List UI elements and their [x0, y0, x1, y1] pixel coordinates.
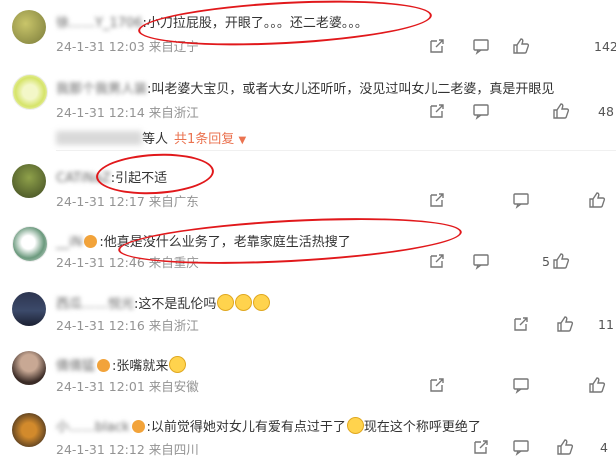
like-icon[interactable] — [556, 315, 574, 333]
like-count: 48 — [598, 104, 614, 119]
vip-badge-icon — [131, 420, 145, 433]
username[interactable]: 小……black — [56, 420, 130, 435]
vip-badge-icon — [97, 359, 111, 372]
timestamp: 24-1-31 12:16 — [56, 318, 145, 333]
like-count: 4 — [600, 440, 608, 455]
avatar[interactable] — [12, 413, 46, 447]
location: 来自辽宁 — [148, 39, 199, 54]
share-icon[interactable] — [428, 37, 446, 55]
reply-summary: 等人 共1条回复 ▼ — [56, 128, 246, 147]
action-bar — [376, 376, 616, 396]
timestamp: 24-1-31 12:46 — [56, 255, 145, 270]
comment-icon[interactable] — [472, 102, 490, 120]
avatar[interactable] — [12, 226, 48, 262]
like-icon[interactable] — [552, 102, 570, 120]
action-bar: 142 — [376, 37, 616, 57]
emoji-icon — [235, 294, 253, 311]
location: 来自广东 — [148, 194, 199, 209]
username[interactable]: __iN — [56, 235, 82, 250]
timestamp: 24-1-31 12:03 — [56, 39, 145, 54]
location: 来自浙江 — [148, 105, 199, 120]
username[interactable]: 西瓜……悦光 — [56, 297, 134, 312]
comment-text: 叫老婆大宝贝，或者大女儿还听听，没见过叫女儿二老婆，真是开眼见 — [151, 82, 555, 97]
like-icon[interactable] — [588, 191, 606, 209]
avatar[interactable] — [12, 292, 46, 326]
comment-text: 引起不适 — [115, 171, 168, 186]
like-count: 5 — [542, 254, 550, 269]
comment-icon[interactable] — [512, 376, 530, 394]
timestamp: 24-1-31 12:17 — [56, 194, 145, 209]
action-bar: 11 — [376, 315, 616, 335]
like-count: 142 — [594, 39, 616, 54]
share-icon[interactable] — [428, 191, 446, 209]
emoji-icon — [253, 294, 271, 311]
username[interactable]: 倩倩猛 — [56, 359, 95, 374]
emoji-icon — [169, 356, 187, 373]
share-icon[interactable] — [428, 252, 446, 270]
username[interactable]: CATiNaZ — [56, 171, 111, 186]
share-icon[interactable] — [428, 102, 446, 120]
comment-text: 这不是乱伦吗 — [138, 297, 217, 312]
comment-text: 以前觉得她对女儿有爱有点过于了 — [150, 420, 346, 435]
emoji-icon — [217, 294, 235, 311]
emoji-icon — [346, 417, 364, 434]
like-count: 11 — [598, 317, 614, 332]
divider — [56, 150, 616, 151]
like-icon[interactable] — [588, 376, 606, 394]
avatar[interactable] — [12, 74, 48, 110]
like-icon[interactable] — [552, 252, 570, 270]
avatar[interactable] — [12, 10, 46, 44]
action-bar: 4 — [376, 438, 616, 458]
timestamp: 24-1-31 12:01 — [56, 379, 145, 394]
action-bar: 48 — [376, 102, 616, 122]
view-replies-link[interactable]: 共1条回复 ▼ — [174, 132, 246, 147]
location: 来自重庆 — [148, 255, 199, 270]
vip-badge-icon — [84, 235, 98, 248]
chevron-down-icon: ▼ — [238, 135, 247, 146]
timestamp: 24-1-31 12:14 — [56, 105, 145, 120]
avatar[interactable] — [12, 351, 46, 385]
location: 来自安徽 — [148, 379, 199, 394]
like-icon[interactable] — [512, 37, 530, 55]
location: 来自浙江 — [148, 318, 199, 333]
avatar[interactable] — [12, 164, 46, 198]
timestamp: 24-1-31 12:12 — [56, 442, 145, 457]
like-icon[interactable] — [556, 438, 574, 456]
comment-icon[interactable] — [472, 37, 490, 55]
comment-text: 他真是没什么业务了，老靠家庭生活热搜了 — [103, 235, 351, 250]
comment-text: 小刀拉屁股，开眼了。。。还二老婆。。。 — [146, 16, 368, 31]
username[interactable]: 徐……Y_1706 — [56, 16, 143, 31]
reply-suffix: 等人 — [142, 132, 169, 147]
comment-icon[interactable] — [512, 191, 530, 209]
action-bar — [376, 191, 616, 211]
share-icon[interactable] — [472, 438, 490, 456]
username[interactable]: 我那个我男人装 — [56, 82, 147, 97]
comment-icon[interactable] — [512, 438, 530, 456]
comment-icon[interactable] — [472, 252, 490, 270]
reply-user-placeholder — [56, 131, 142, 145]
share-icon[interactable] — [512, 315, 530, 333]
location: 来自四川 — [148, 442, 199, 457]
action-bar: 5 — [376, 252, 616, 272]
comment-text: 张嘴就来 — [116, 359, 169, 374]
comment-text-continued: 现在这个称呼更绝了 — [363, 420, 481, 435]
share-icon[interactable] — [428, 376, 446, 394]
